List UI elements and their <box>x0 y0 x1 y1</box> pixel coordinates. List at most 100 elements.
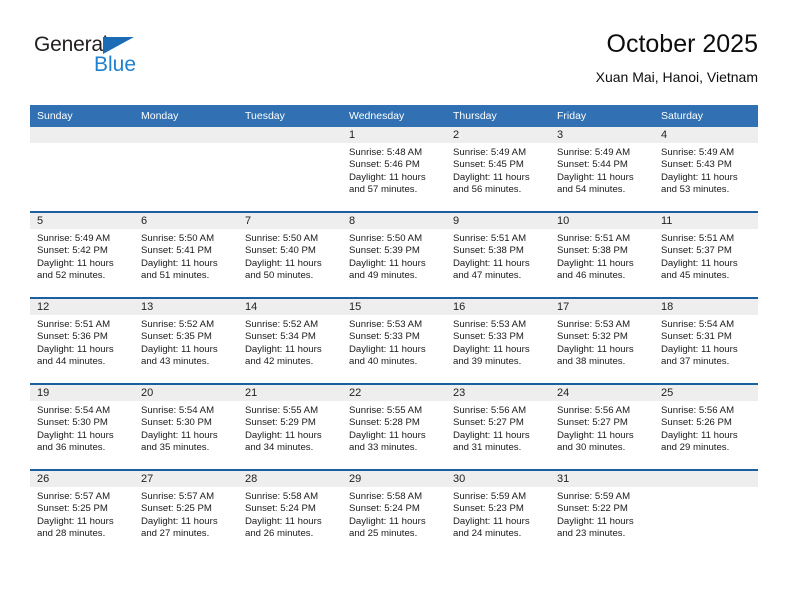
sunrise-text: Sunrise: 5:51 AM <box>661 233 735 244</box>
calendar-day-cell[interactable]: 31 Sunrise: 5:59 AM Sunset: 5:22 PM Dayligh… <box>550 469 654 555</box>
sunrise-text: Sunrise: 5:56 AM <box>557 405 631 416</box>
calendar-day-cell[interactable]: 13 Sunrise: 5:52 AM Sunset: 5:35 PM Dayligh… <box>134 297 238 384</box>
sunrise-text: Sunrise: 5:54 AM <box>37 405 111 416</box>
day-number: 20 <box>134 385 238 401</box>
calendar-day-cell[interactable]: 2 Sunrise: 5:49 AM Sunset: 5:45 PM Daylight… <box>446 127 550 212</box>
day-number: 16 <box>446 299 550 315</box>
logo-triangle-icon <box>103 37 134 54</box>
page-title: October 2025 <box>606 30 759 58</box>
day-cell-inner: 1 Sunrise: 5:48 AM Sunset: 5:46 PM Daylight… <box>342 127 446 211</box>
sunrise-text: Sunrise: 5:53 AM <box>453 319 527 330</box>
day-cell-inner: 12 Sunrise: 5:51 AM Sunset: 5:36 PM Dayligh… <box>30 299 134 383</box>
calendar-day-cell <box>134 127 238 212</box>
sunset-text: Sunset: 5:30 PM <box>37 417 108 429</box>
page-header: General Blue October 2025 Xuan Mai, Hano… <box>34 28 758 96</box>
sunset-text: Sunset: 5:41 PM <box>141 245 212 257</box>
calendar-day-cell[interactable]: 17 Sunrise: 5:53 AM Sunset: 5:32 PM Dayligh… <box>550 297 654 384</box>
day-number: 9 <box>446 213 550 229</box>
day-number: 5 <box>30 213 134 229</box>
calendar-day-cell[interactable]: 8 Sunrise: 5:50 AM Sunset: 5:39 PM Daylight… <box>342 211 446 298</box>
daylight-text-line1: Daylight: 11 hours <box>349 343 426 355</box>
calendar-day-cell[interactable]: 20 Sunrise: 5:54 AM Sunset: 5:30 PM Dayligh… <box>134 383 238 470</box>
calendar-day-cell[interactable]: 21 Sunrise: 5:55 AM Sunset: 5:29 PM Dayligh… <box>238 383 342 470</box>
calendar-day-cell[interactable]: 3 Sunrise: 5:49 AM Sunset: 5:44 PM Daylight… <box>550 127 654 212</box>
calendar-day-cell[interactable]: 16 Sunrise: 5:53 AM Sunset: 5:33 PM Dayligh… <box>446 297 550 384</box>
sunset-text: Sunset: 5:25 PM <box>37 503 108 515</box>
calendar-day-cell[interactable]: 30 Sunrise: 5:59 AM Sunset: 5:23 PM Dayligh… <box>446 469 550 555</box>
calendar-day-cell[interactable]: 4 Sunrise: 5:49 AM Sunset: 5:43 PM Daylight… <box>654 127 758 212</box>
calendar-day-cell[interactable]: 27 Sunrise: 5:57 AM Sunset: 5:25 PM Dayligh… <box>134 469 238 555</box>
sunset-text: Sunset: 5:27 PM <box>557 417 628 429</box>
calendar-day-cell[interactable]: 12 Sunrise: 5:51 AM Sunset: 5:36 PM Dayligh… <box>30 297 134 384</box>
calendar-day-cell[interactable]: 9 Sunrise: 5:51 AM Sunset: 5:38 PM Daylight… <box>446 211 550 298</box>
day-number: 23 <box>446 385 550 401</box>
day-details: Sunrise: 5:51 AM Sunset: 5:38 PM Daylight:… <box>446 229 550 282</box>
daylight-text-line2: and 24 minutes. <box>453 527 522 539</box>
day-number: 28 <box>238 471 342 487</box>
calendar-day-cell[interactable]: 5 Sunrise: 5:49 AM Sunset: 5:42 PM Daylight… <box>30 211 134 298</box>
sunrise-text: Sunrise: 5:56 AM <box>661 405 735 416</box>
calendar-day-cell[interactable]: 23 Sunrise: 5:56 AM Sunset: 5:27 PM Dayligh… <box>446 383 550 470</box>
daylight-text-line2: and 43 minutes. <box>141 355 210 367</box>
sunrise-text: Sunrise: 5:57 AM <box>37 491 111 502</box>
day-details: Sunrise: 5:49 AM Sunset: 5:42 PM Daylight:… <box>30 229 134 282</box>
daylight-text-line2: and 28 minutes. <box>37 527 106 539</box>
calendar-body: 1 Sunrise: 5:48 AM Sunset: 5:46 PM Daylight… <box>30 127 758 555</box>
daylight-text-line1: Daylight: 11 hours <box>245 429 322 441</box>
sunset-text: Sunset: 5:23 PM <box>453 503 524 515</box>
day-cell-inner: 14 Sunrise: 5:52 AM Sunset: 5:34 PM Dayligh… <box>238 299 342 383</box>
daylight-text-line1: Daylight: 11 hours <box>349 515 426 527</box>
calendar-day-cell[interactable]: 28 Sunrise: 5:58 AM Sunset: 5:24 PM Dayligh… <box>238 469 342 555</box>
sunset-text: Sunset: 5:22 PM <box>557 503 628 515</box>
daylight-text-line1: Daylight: 11 hours <box>453 429 530 441</box>
calendar-day-cell[interactable]: 19 Sunrise: 5:54 AM Sunset: 5:30 PM Dayligh… <box>30 383 134 470</box>
day-number: 3 <box>550 127 654 143</box>
calendar-day-cell[interactable]: 25 Sunrise: 5:56 AM Sunset: 5:26 PM Dayligh… <box>654 383 758 470</box>
daylight-text-line2: and 34 minutes. <box>245 441 314 453</box>
calendar-day-cell[interactable]: 22 Sunrise: 5:55 AM Sunset: 5:28 PM Dayligh… <box>342 383 446 470</box>
day-number: 1 <box>342 127 446 143</box>
weekday-header-tuesday: Tuesday <box>238 105 342 127</box>
sunset-text: Sunset: 5:34 PM <box>245 331 316 343</box>
day-number: 6 <box>134 213 238 229</box>
day-details: Sunrise: 5:50 AM Sunset: 5:39 PM Daylight:… <box>342 229 446 282</box>
sunset-text: Sunset: 5:40 PM <box>245 245 316 257</box>
calendar-day-cell[interactable]: 15 Sunrise: 5:53 AM Sunset: 5:33 PM Dayligh… <box>342 297 446 384</box>
page-subtitle-location: Xuan Mai, Hanoi, Vietnam <box>595 69 758 85</box>
calendar-day-cell[interactable]: 6 Sunrise: 5:50 AM Sunset: 5:41 PM Daylight… <box>134 211 238 298</box>
sunrise-text: Sunrise: 5:48 AM <box>349 147 423 158</box>
calendar-day-cell[interactable]: 14 Sunrise: 5:52 AM Sunset: 5:34 PM Dayligh… <box>238 297 342 384</box>
day-cell-inner: 21 Sunrise: 5:55 AM Sunset: 5:29 PM Dayligh… <box>238 385 342 469</box>
calendar-day-cell[interactable]: 29 Sunrise: 5:58 AM Sunset: 5:24 PM Dayligh… <box>342 469 446 555</box>
daylight-text-line2: and 30 minutes. <box>557 441 626 453</box>
calendar-day-cell[interactable]: 24 Sunrise: 5:56 AM Sunset: 5:27 PM Dayligh… <box>550 383 654 470</box>
sunset-text: Sunset: 5:46 PM <box>349 159 420 171</box>
day-number <box>30 127 134 143</box>
daylight-text-line2: and 36 minutes. <box>37 441 106 453</box>
day-cell-inner: 31 Sunrise: 5:59 AM Sunset: 5:22 PM Dayligh… <box>550 471 654 555</box>
calendar-day-cell[interactable]: 7 Sunrise: 5:50 AM Sunset: 5:40 PM Daylight… <box>238 211 342 298</box>
day-number: 26 <box>30 471 134 487</box>
day-cell-inner: 11 Sunrise: 5:51 AM Sunset: 5:37 PM Dayligh… <box>654 213 758 297</box>
day-cell-inner: 23 Sunrise: 5:56 AM Sunset: 5:27 PM Dayligh… <box>446 385 550 469</box>
day-cell-inner: 4 Sunrise: 5:49 AM Sunset: 5:43 PM Daylight… <box>654 127 758 211</box>
calendar-day-cell[interactable]: 10 Sunrise: 5:51 AM Sunset: 5:38 PM Dayligh… <box>550 211 654 298</box>
sunset-text: Sunset: 5:39 PM <box>349 245 420 257</box>
daylight-text-line2: and 26 minutes. <box>245 527 314 539</box>
calendar-day-cell[interactable]: 1 Sunrise: 5:48 AM Sunset: 5:46 PM Daylight… <box>342 127 446 212</box>
day-details: Sunrise: 5:53 AM Sunset: 5:33 PM Daylight:… <box>446 315 550 368</box>
calendar-week-row: 5 Sunrise: 5:49 AM Sunset: 5:42 PM Daylight… <box>30 211 758 298</box>
day-details: Sunrise: 5:58 AM Sunset: 5:24 PM Daylight:… <box>342 487 446 540</box>
calendar-day-cell[interactable]: 11 Sunrise: 5:51 AM Sunset: 5:37 PM Dayligh… <box>654 211 758 298</box>
day-cell-inner <box>30 127 134 211</box>
daylight-text-line1: Daylight: 11 hours <box>453 257 530 269</box>
calendar-day-cell <box>654 469 758 555</box>
calendar-day-cell[interactable]: 18 Sunrise: 5:54 AM Sunset: 5:31 PM Dayligh… <box>654 297 758 384</box>
day-details <box>238 143 342 147</box>
sunset-text: Sunset: 5:38 PM <box>453 245 524 257</box>
calendar-day-cell[interactable]: 26 Sunrise: 5:57 AM Sunset: 5:25 PM Dayligh… <box>30 469 134 555</box>
daylight-text-line1: Daylight: 11 hours <box>349 171 426 183</box>
day-cell-inner: 9 Sunrise: 5:51 AM Sunset: 5:38 PM Daylight… <box>446 213 550 297</box>
sunrise-text: Sunrise: 5:54 AM <box>141 405 215 416</box>
daylight-text-line2: and 56 minutes. <box>453 183 522 195</box>
